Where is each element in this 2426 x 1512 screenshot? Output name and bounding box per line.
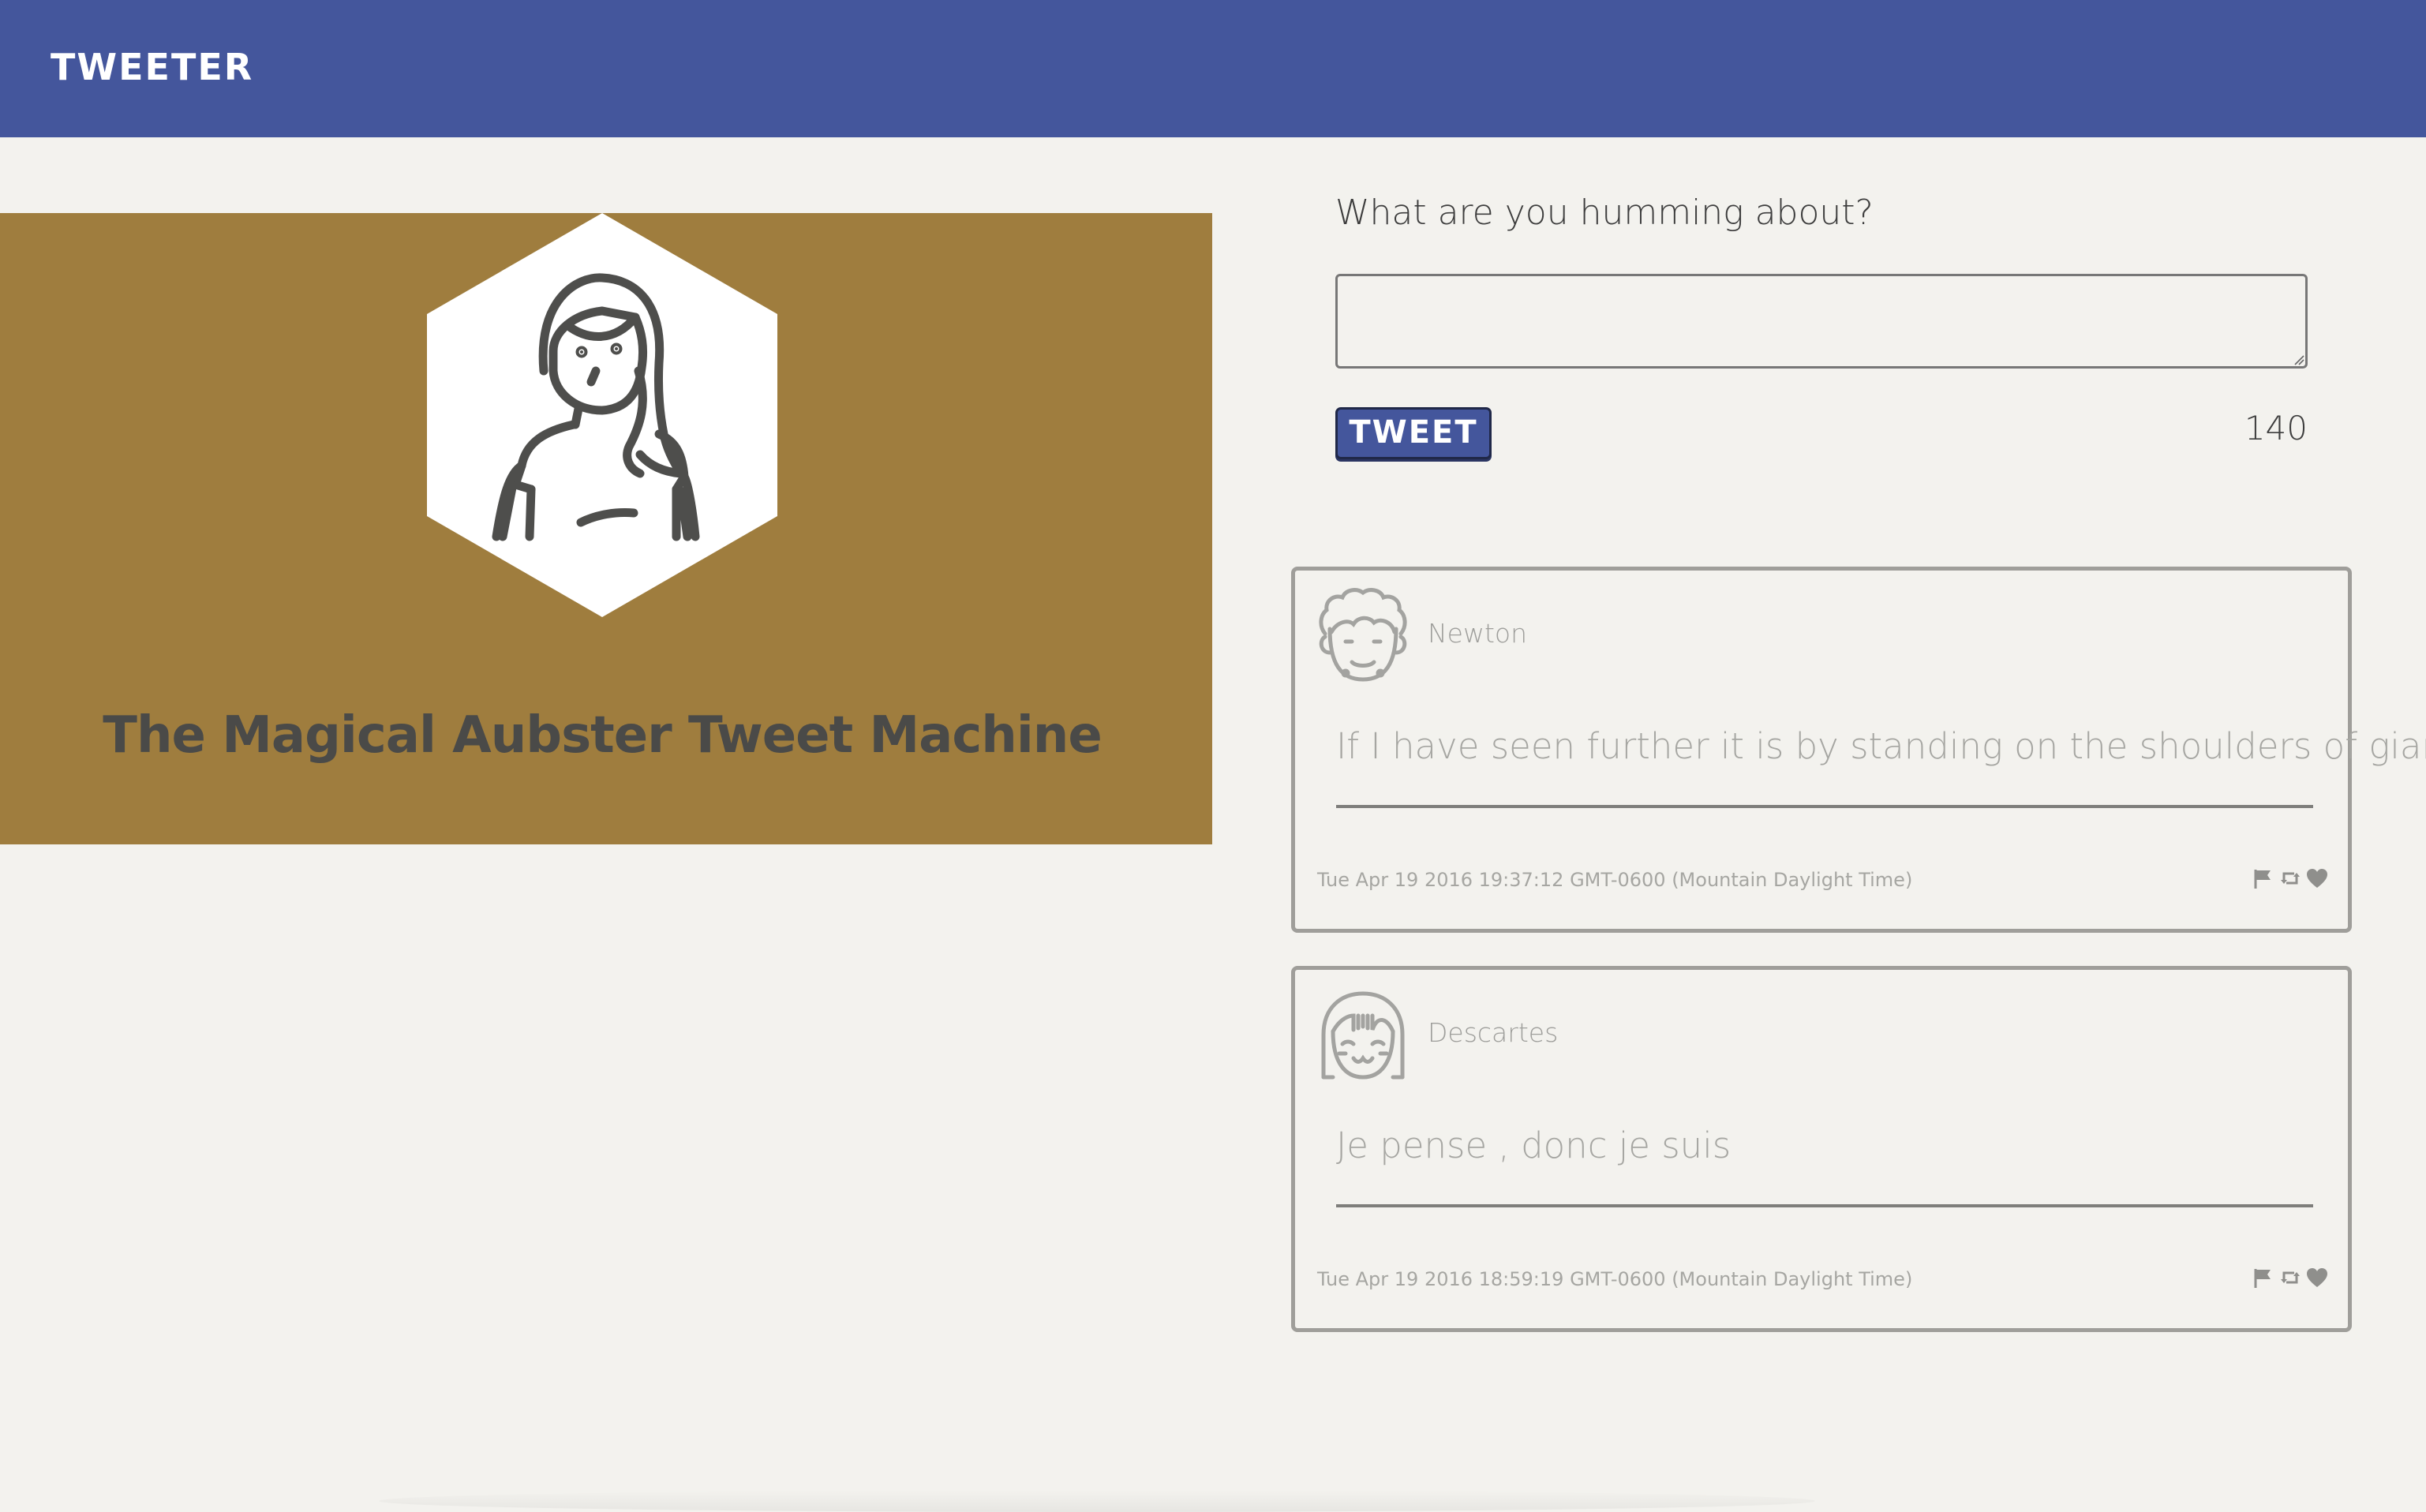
tweet-text: If I have seen further it is by standing… <box>1336 725 2426 767</box>
retweet-icon[interactable] <box>2278 866 2302 890</box>
top-nav-bar: TWEETER <box>0 0 2426 137</box>
tweet-actions <box>2252 864 2331 893</box>
heart-icon[interactable] <box>2305 1266 2329 1289</box>
tweet-card: Newton If I have seen further it is by s… <box>1291 567 2426 933</box>
brand-logo[interactable]: TWEETER <box>51 49 253 85</box>
tweet-timestamp: Tue Apr 19 2016 18:59:19 GMT-0600 (Mount… <box>1317 1268 1913 1290</box>
tweet-timestamp: Tue Apr 19 2016 19:37:12 GMT-0600 (Mount… <box>1317 869 1913 891</box>
bob-hair-face-icon <box>1321 991 1405 1080</box>
tweet-card: Descartes Je pense , donc je suis Tue Ap… <box>1291 966 2352 1332</box>
flag-icon[interactable] <box>2252 1266 2275 1289</box>
compose-prompt: What are you humming about? <box>1335 193 1874 233</box>
tweet-divider <box>1336 805 2313 808</box>
tweet-author[interactable]: Descartes <box>1428 1017 1558 1048</box>
char-counter: 140 <box>2244 409 2308 447</box>
retweet-icon[interactable] <box>2278 1266 2302 1289</box>
tweet-divider <box>1336 1204 2313 1207</box>
profile-panel: The Magical Aubster Tweet Machine <box>0 213 1212 844</box>
woman-avatar-icon <box>427 213 777 617</box>
tweet-text: Je pense , donc je suis <box>1336 1125 1732 1166</box>
tweet-input[interactable] <box>1335 274 2308 369</box>
tweet-button[interactable]: TWEET <box>1335 407 1492 459</box>
curly-hair-face-icon <box>1319 588 1407 682</box>
tweet-author[interactable]: Newton <box>1428 618 1527 649</box>
profile-name: The Magical Aubster Tweet Machine <box>103 706 1102 765</box>
tweet-actions <box>2252 1263 2331 1292</box>
page-bottom-shadow <box>379 1490 1815 1512</box>
heart-icon[interactable] <box>2305 866 2329 890</box>
flag-icon[interactable] <box>2252 866 2275 890</box>
resize-handle-icon[interactable] <box>2293 354 2304 365</box>
